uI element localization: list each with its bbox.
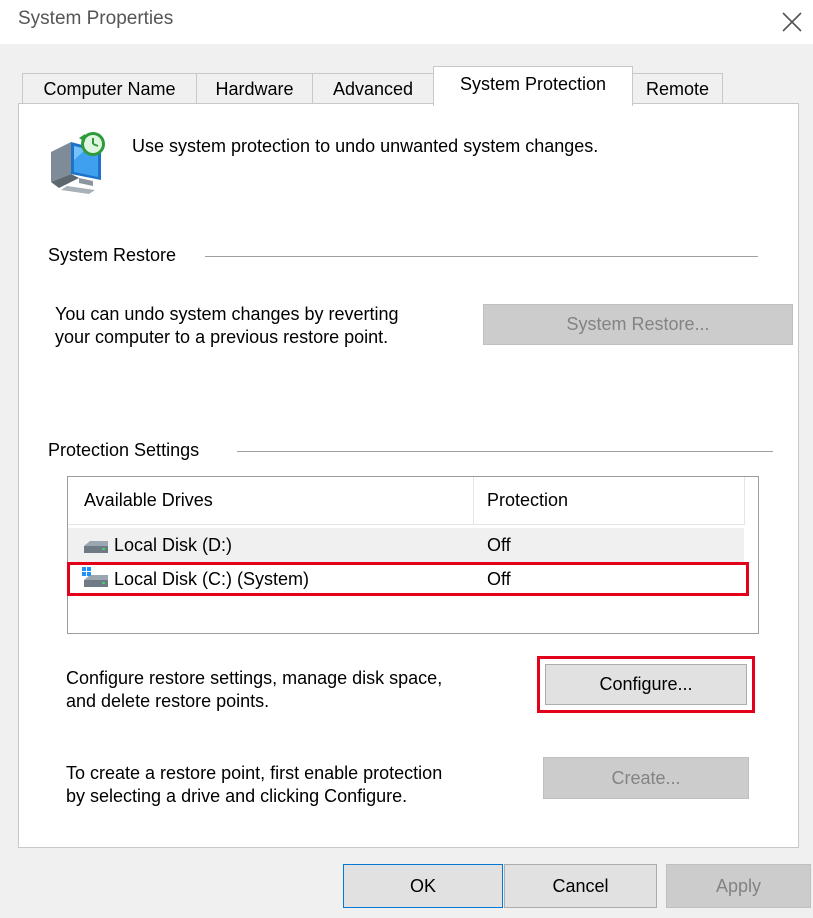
description-line: and delete restore points. [66, 691, 270, 711]
drive-name: Local Disk (D:) [114, 534, 233, 555]
column-header-available-drives[interactable]: Available Drives [68, 477, 473, 525]
apply-button[interactable]: Apply [666, 864, 811, 908]
tab-label: Computer Name [43, 78, 176, 99]
description-line: To create a restore point, first enable … [66, 763, 443, 783]
drive-row[interactable]: Local Disk (D:) Off [68, 528, 744, 562]
intro-text: Use system protection to undo unwanted s… [132, 136, 599, 156]
create-description: To create a restore point, first enable … [66, 762, 442, 808]
available-drives-list[interactable]: Available Drives Protection Local Disk (… [67, 476, 759, 634]
tab-remote[interactable]: Remote [632, 73, 723, 104]
system-restore-button[interactable]: System Restore... [483, 304, 793, 345]
tab-advanced[interactable]: Advanced [312, 73, 434, 104]
column-separator [744, 477, 745, 525]
drive-row[interactable]: Local Disk (C:) (System) Off [68, 562, 744, 596]
description-line: your computer to a previous restore poin… [55, 327, 389, 347]
description-line: Configure restore settings, manage disk … [66, 668, 443, 688]
tab-system-protection[interactable]: System Protection [433, 66, 633, 106]
group-divider [237, 451, 773, 452]
column-header-protection[interactable]: Protection [474, 477, 744, 525]
system-drive-icon [82, 567, 110, 591]
tab-hardware[interactable]: Hardware [196, 73, 313, 104]
system-protection-icon [45, 130, 115, 196]
close-button[interactable] [775, 5, 809, 39]
cancel-button[interactable]: Cancel [504, 864, 657, 908]
tab-label: Advanced [332, 78, 414, 99]
system-restore-description: You can undo system changes by reverting… [55, 303, 399, 349]
drive-name-cell: Local Disk (D:) [82, 532, 232, 558]
drive-protection: Off [487, 568, 511, 589]
tab-label: Remote [645, 78, 710, 99]
drive-name-cell: Local Disk (C:) (System) [82, 566, 309, 592]
drive-protection: Off [487, 534, 511, 555]
description-line: You can undo system changes by reverting [55, 304, 399, 324]
window-title: System Properties [18, 8, 174, 29]
system-restore-group-label: System Restore [48, 245, 185, 266]
description-line: by selecting a drive and clicking Config… [66, 786, 408, 806]
configure-description: Configure restore settings, manage disk … [66, 667, 442, 713]
close-icon [782, 12, 802, 32]
ok-button[interactable]: OK [343, 864, 503, 908]
tab-label: Hardware [215, 78, 294, 99]
tab-label: System Protection [459, 74, 607, 94]
create-button[interactable]: Create... [543, 757, 749, 799]
drive-name: Local Disk (C:) (System) [114, 568, 310, 589]
protection-settings-group-label: Protection Settings [48, 440, 208, 461]
configure-button[interactable]: Configure... [545, 664, 747, 705]
tab-computer-name[interactable]: Computer Name [22, 73, 197, 104]
hard-drive-icon [82, 533, 110, 557]
group-divider [205, 256, 758, 257]
